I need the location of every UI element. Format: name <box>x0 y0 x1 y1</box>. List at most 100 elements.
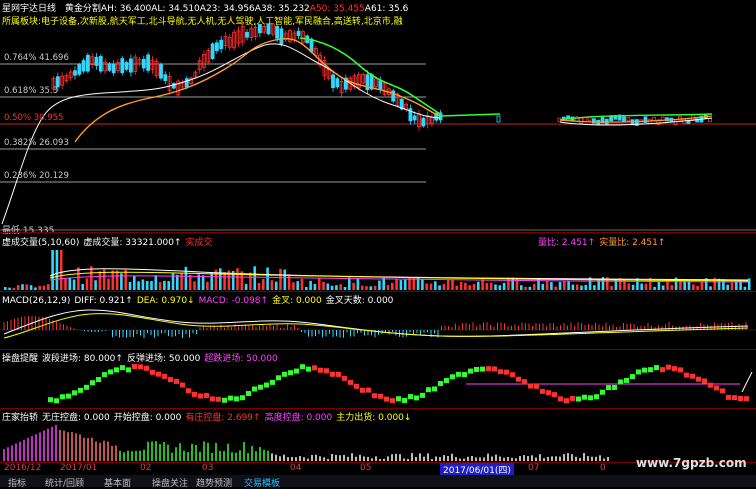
candle <box>128 58 133 73</box>
tab-3[interactable]: 操盘关注 <box>152 476 188 489</box>
op-signal-dot <box>294 368 299 374</box>
volume-bar <box>494 284 497 290</box>
candle <box>111 63 116 74</box>
op-signal-dot <box>408 394 413 400</box>
volume-bar <box>446 279 450 290</box>
volume-bar <box>59 250 63 290</box>
op-signal-dot <box>102 372 107 378</box>
volume-bar <box>429 283 433 290</box>
candle <box>412 115 417 121</box>
volume-bar <box>507 277 510 290</box>
fib-level-label: 0.764% 41.696 <box>4 53 69 63</box>
op-signal-dot <box>462 372 467 378</box>
volume-bar <box>313 283 317 290</box>
candle <box>279 28 284 45</box>
volume-bar <box>498 285 502 290</box>
op-signal-dot <box>528 383 533 389</box>
date-axis-label: 07 <box>528 463 540 473</box>
op-signal-dot <box>222 397 227 403</box>
volume-bar <box>330 285 334 290</box>
op-signal-dot <box>378 393 383 399</box>
volume-bar <box>335 285 338 290</box>
op-signal-dot <box>48 397 53 403</box>
volume-bar <box>348 277 351 290</box>
candle <box>257 24 262 34</box>
ma-orange-line <box>74 38 441 143</box>
volume-bar <box>545 280 549 290</box>
volume-bar <box>743 286 747 290</box>
candle <box>378 80 383 90</box>
volume-bar <box>640 283 643 290</box>
volume-bar <box>700 282 704 290</box>
volume-bar <box>150 280 153 290</box>
volume-bar <box>55 250 59 290</box>
candle <box>219 39 224 50</box>
op-signal-dot <box>684 372 689 378</box>
volume-bar <box>21 284 24 290</box>
op-signal-dot <box>702 378 707 384</box>
candle <box>275 25 280 39</box>
volume-bar <box>107 278 110 290</box>
volume-bar <box>670 285 674 290</box>
volume-bar <box>167 281 170 290</box>
volume-bar <box>520 285 523 290</box>
tab-2[interactable]: 基本面 <box>104 476 131 489</box>
op-signal-dot <box>240 395 245 401</box>
op-signal-dot <box>66 393 71 399</box>
op-signal-dot <box>120 365 125 371</box>
op-signal-dot <box>636 369 641 375</box>
candle <box>214 42 219 51</box>
date-axis-label: 04 <box>290 463 302 473</box>
volume-bar <box>128 281 132 290</box>
candle <box>73 70 77 76</box>
volume-bar <box>210 272 213 290</box>
tab-4[interactable]: 趋势预测 <box>196 476 232 489</box>
candle <box>210 43 215 59</box>
op-signal-dot <box>714 385 719 391</box>
operation-chart[interactable] <box>0 362 756 408</box>
volume-bar <box>72 279 76 290</box>
volume-bar <box>692 284 695 290</box>
volume-bar <box>434 281 437 290</box>
date-axis-label: 05 <box>360 463 372 473</box>
tab-1[interactable]: 统计/回顾 <box>45 476 84 489</box>
watermark: www.7gpzb.com <box>636 456 747 470</box>
op-signal-dot <box>414 395 419 401</box>
op-signal-dot <box>438 381 443 387</box>
ma-green-line-right <box>439 113 501 117</box>
volume-bar <box>627 283 631 290</box>
candle <box>309 38 314 53</box>
candle <box>184 78 189 88</box>
op-signal-dot <box>156 371 161 377</box>
zhuang-chart[interactable] <box>0 421 756 461</box>
tab-0[interactable]: 指标 <box>8 476 26 489</box>
op-signal-dot <box>600 389 605 395</box>
volume-bar <box>425 283 428 290</box>
volume-bar <box>455 285 459 290</box>
fib-legend-item: A38: 35.232 <box>254 4 310 14</box>
price-chart[interactable] <box>0 24 756 240</box>
candle <box>159 64 163 79</box>
volume-bar <box>584 284 588 290</box>
op-signal-dot <box>60 394 65 400</box>
op-signal-dot <box>522 379 527 385</box>
volume-bar <box>657 281 661 290</box>
op-signal-dot <box>696 376 701 382</box>
op-signal-dot <box>516 376 521 382</box>
volume-bar <box>644 283 648 290</box>
volume-chart[interactable] <box>0 246 756 290</box>
op-signal-dot <box>666 364 671 370</box>
volume-bar <box>438 285 441 290</box>
volume-bar <box>133 276 136 290</box>
tab-5[interactable]: 交易模板 <box>244 476 280 489</box>
op-signal-dot <box>396 396 401 402</box>
macd-chart[interactable] <box>0 304 756 348</box>
candle <box>626 117 631 122</box>
op-signal-dot <box>564 398 569 404</box>
volume-bar <box>382 277 385 290</box>
op-signal-dot <box>210 396 215 402</box>
op-signal-dot <box>504 369 509 375</box>
op-signal-dot <box>720 388 725 394</box>
volume-bar <box>85 278 89 290</box>
op-signal-dot <box>594 394 599 400</box>
